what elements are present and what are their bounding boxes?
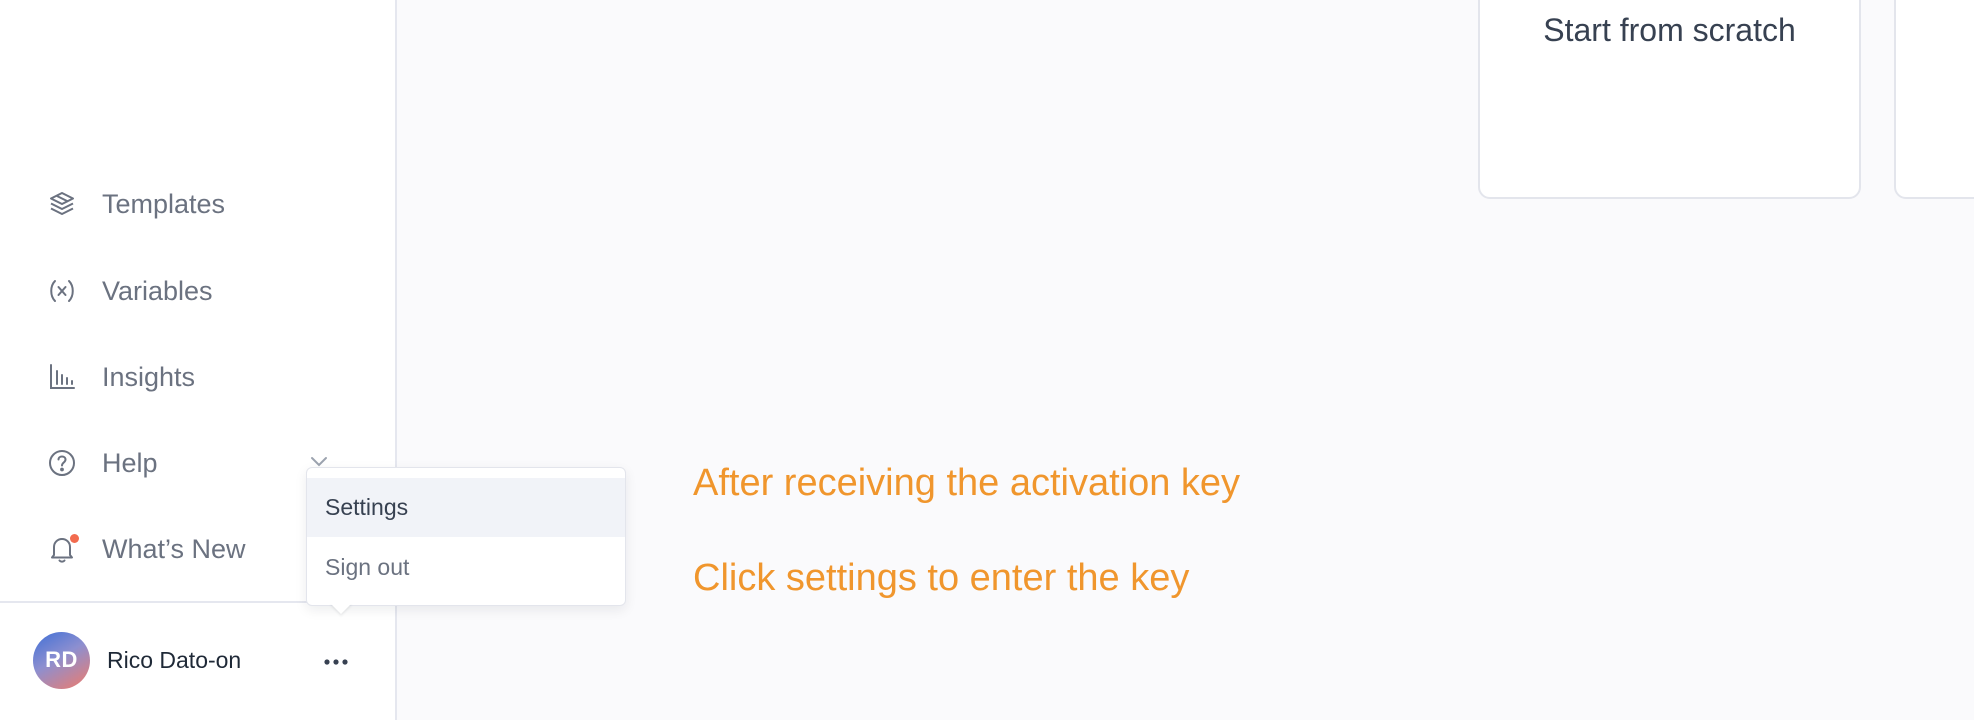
sidebar-item-label: Insights [102, 361, 196, 392]
user-name: Rico Dato-on [107, 646, 242, 673]
sidebar-item-label: Templates [102, 188, 226, 219]
help-icon [44, 445, 80, 481]
sidebar-item-label: What’s New [102, 533, 246, 564]
annotation-enter-key: Click settings to enter the key [693, 557, 1190, 599]
card-title: Start from scratch [1543, 12, 1796, 48]
template-card[interactable] [1894, 0, 1974, 199]
sidebar-item-insights[interactable]: Insights [44, 357, 344, 397]
ellipsis-icon [324, 659, 348, 665]
menu-item-settings[interactable]: Settings [307, 478, 625, 537]
sidebar-item-label: Variables [102, 275, 213, 306]
sidebar-item-templates[interactable]: Templates [44, 184, 344, 224]
popup-caret [330, 603, 352, 614]
variables-icon [44, 273, 80, 309]
notification-dot [70, 534, 79, 543]
bell-icon [44, 531, 80, 567]
user-menu-popup: Settings Sign out [306, 467, 626, 606]
templates-icon [44, 186, 80, 222]
sidebar-item-label: Help [102, 447, 158, 478]
annotation-activation-key: After receiving the activation key [693, 462, 1241, 504]
sidebar-item-variables[interactable]: Variables [44, 271, 344, 311]
start-from-scratch-card[interactable]: Start from scratch [1478, 0, 1861, 199]
sidebar-item-help[interactable]: Help [44, 443, 344, 483]
avatar[interactable]: RD [33, 631, 90, 689]
sidebar-item-whats-new[interactable]: What’s New [44, 529, 344, 569]
menu-item-sign-out[interactable]: Sign out [307, 538, 625, 597]
more-options-button[interactable] [318, 644, 354, 680]
user-profile[interactable]: RD Rico Dato-on [33, 630, 363, 690]
insights-icon [44, 359, 80, 395]
